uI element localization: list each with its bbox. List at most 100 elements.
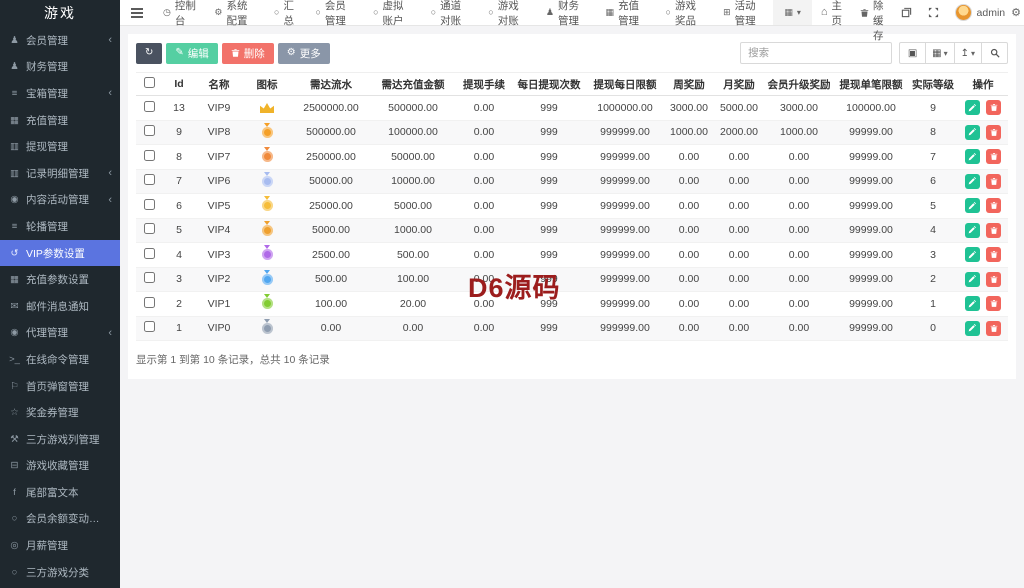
- navbar-item-label: 财务管理: [557, 0, 579, 27]
- hamburger-icon[interactable]: [120, 0, 154, 25]
- cell-name: VIP1: [196, 291, 242, 317]
- row-edit-button[interactable]: [964, 271, 980, 287]
- row-checkbox[interactable]: [143, 223, 155, 235]
- sidebar-item[interactable]: ☆ 奖金券管理: [0, 399, 120, 426]
- row-checkbox[interactable]: [143, 100, 155, 112]
- home-button[interactable]: ⌂ 主页: [812, 0, 851, 27]
- row-checkbox[interactable]: [143, 247, 155, 259]
- sidebar-item[interactable]: ♟ 财务管理: [0, 54, 120, 81]
- navbar-item[interactable]: ○ 会员管理: [306, 0, 364, 27]
- sidebar-item[interactable]: ⊟ 游戏收藏管理: [0, 453, 120, 480]
- sidebar-item[interactable]: f 尾部富文本: [0, 479, 120, 506]
- row-edit-button[interactable]: [964, 198, 980, 214]
- more-button[interactable]: ⚙ 更多: [277, 42, 330, 64]
- row-checkbox[interactable]: [143, 198, 155, 210]
- navbar-item[interactable]: ○ 通道对账: [422, 0, 480, 27]
- row-checkbox[interactable]: [143, 125, 155, 137]
- row-edit-button[interactable]: [964, 296, 980, 312]
- sidebar-item[interactable]: ✉ 邮件消息通知: [0, 293, 120, 320]
- row-checkbox[interactable]: [143, 296, 155, 308]
- navbar-item-label: 会员管理: [324, 0, 346, 27]
- cell-daily-times: 999: [512, 218, 586, 243]
- sidebar-item[interactable]: ▦ 充值管理: [0, 107, 120, 134]
- navbar-item[interactable]: ○ 游戏对账: [479, 0, 537, 27]
- navbar-item[interactable]: ⊞ 活动管理: [714, 0, 773, 27]
- navbar-item-icon: ○: [488, 7, 494, 17]
- row-edit-button[interactable]: [964, 149, 980, 165]
- sidebar-item[interactable]: ⚒ 三方游戏列管理: [0, 426, 120, 453]
- row-delete-button[interactable]: [986, 222, 1002, 238]
- sidebar-item[interactable]: ≡ 轮播管理: [0, 213, 120, 240]
- row-delete-button[interactable]: [986, 320, 1002, 336]
- row-edit-button[interactable]: [964, 124, 980, 140]
- sidebar-item[interactable]: ▦ 充值参数设置: [0, 266, 120, 293]
- search-toggle-button[interactable]: [981, 42, 1008, 64]
- sidebar-item[interactable]: ◉ 代理管理 ‹: [0, 320, 120, 347]
- search-input[interactable]: [740, 42, 893, 64]
- row-checkbox[interactable]: [143, 149, 155, 161]
- sidebar-item[interactable]: ○ 三方游戏分类: [0, 559, 120, 586]
- refresh-button[interactable]: ↻: [136, 42, 163, 64]
- navbar-item[interactable]: ♟ 财务管理: [537, 0, 597, 27]
- row-checkbox[interactable]: [143, 174, 155, 186]
- copy-pages-icon[interactable]: [893, 0, 920, 25]
- sidebar-item[interactable]: ◎ 月薪管理: [0, 532, 120, 559]
- navbar-item[interactable]: ○ 游戏奖品: [657, 0, 715, 27]
- table-body: 13 VIP9 2500000.00 500000.00 0.00 999 10…: [136, 95, 1008, 341]
- fullscreen-icon[interactable]: [920, 0, 947, 25]
- export-button[interactable]: ↥ ▾: [953, 42, 982, 64]
- vip-medal-icon: [261, 220, 273, 236]
- select-all-checkbox[interactable]: [143, 77, 155, 88]
- sidebar-item[interactable]: ▥ 记录明细管理 ‹: [0, 160, 120, 187]
- row-delete-button[interactable]: [986, 247, 1002, 263]
- clear-cache-button[interactable]: 清除缓存: [851, 0, 893, 42]
- columns-button[interactable]: ▦ ▾: [925, 42, 955, 64]
- toggle-view-button[interactable]: ▣: [899, 42, 927, 64]
- navbar-item[interactable]: ○ 汇总: [265, 0, 306, 27]
- cell-level: 3: [908, 242, 958, 268]
- navbar-item[interactable]: ⚙ 系统配置: [205, 0, 265, 27]
- menu-icon: ◉: [10, 327, 19, 339]
- navbar-item[interactable]: ▦ 充值管理: [597, 0, 657, 27]
- row-delete-button[interactable]: [986, 271, 1002, 287]
- vip-medal-icon: [261, 196, 273, 212]
- row-delete-button[interactable]: [986, 100, 1002, 116]
- sidebar-item-label: 代理管理: [26, 327, 68, 340]
- row-edit-button[interactable]: [964, 320, 980, 336]
- sidebar-item[interactable]: ♟ 会员管理 ‹: [0, 27, 120, 54]
- sidebar-item[interactable]: ▥ 提现管理: [0, 133, 120, 160]
- table-row: 4 VIP3 2500.00 500.00 0.00 999 999999.00…: [136, 242, 1008, 268]
- sidebar-item[interactable]: ≡ 宝箱管理 ‹: [0, 80, 120, 107]
- menu-icon: ♟: [10, 61, 19, 73]
- row-delete-button[interactable]: [986, 124, 1002, 140]
- row-delete-button[interactable]: [986, 296, 1002, 312]
- row-edit-button[interactable]: [964, 173, 980, 189]
- navbar-menu: ◷ 控制台 ⚙ 系统配置 ○ 汇总 ○ 会员管理 ○ 虚拟账户 ○ 通道对账 ○…: [154, 0, 773, 27]
- user-menu[interactable]: admin ⚙: [947, 0, 1024, 25]
- navbar-item[interactable]: ◷ 控制台: [154, 0, 205, 27]
- cell-week-reward: 0.00: [664, 267, 714, 292]
- delete-button[interactable]: 删除: [221, 42, 274, 64]
- cell-single-limit: 99999.00: [834, 144, 908, 170]
- row-edit-button[interactable]: [964, 247, 980, 263]
- sidebar-item[interactable]: ⚐ 首页弹窗管理: [0, 373, 120, 400]
- sidebar-item[interactable]: >_ 在线命令管理: [0, 346, 120, 373]
- sidebar-item[interactable]: ◉ 内容活动管理 ‹: [0, 187, 120, 214]
- navbar-item[interactable]: ○ 虚拟账户: [364, 0, 422, 27]
- grid-dropdown-button[interactable]: ▦ ▾: [773, 0, 812, 25]
- row-edit-button[interactable]: [964, 222, 980, 238]
- row-delete-button[interactable]: [986, 173, 1002, 189]
- row-delete-button[interactable]: [986, 198, 1002, 214]
- edit-button[interactable]: ✎ 编辑: [166, 42, 218, 64]
- cell-month-reward: 0.00: [714, 169, 764, 194]
- cell-week-reward: 3000.00: [664, 95, 714, 121]
- sidebar-item[interactable]: ↺ VIP参数设置: [0, 239, 120, 267]
- table-row: 5 VIP4 5000.00 1000.00 0.00 999 999999.0…: [136, 218, 1008, 243]
- row-edit-button[interactable]: [964, 100, 980, 116]
- row-checkbox[interactable]: [143, 321, 155, 333]
- row-checkbox[interactable]: [143, 272, 155, 284]
- sidebar-item[interactable]: ○ 会员余额变动管理: [0, 506, 120, 533]
- cell-recharge: 100.00: [370, 267, 456, 292]
- vip-settings-card: ↻ ✎ 编辑 删除 ⚙ 更多 ▣ ▦ ▾: [128, 34, 1016, 379]
- row-delete-button[interactable]: [986, 149, 1002, 165]
